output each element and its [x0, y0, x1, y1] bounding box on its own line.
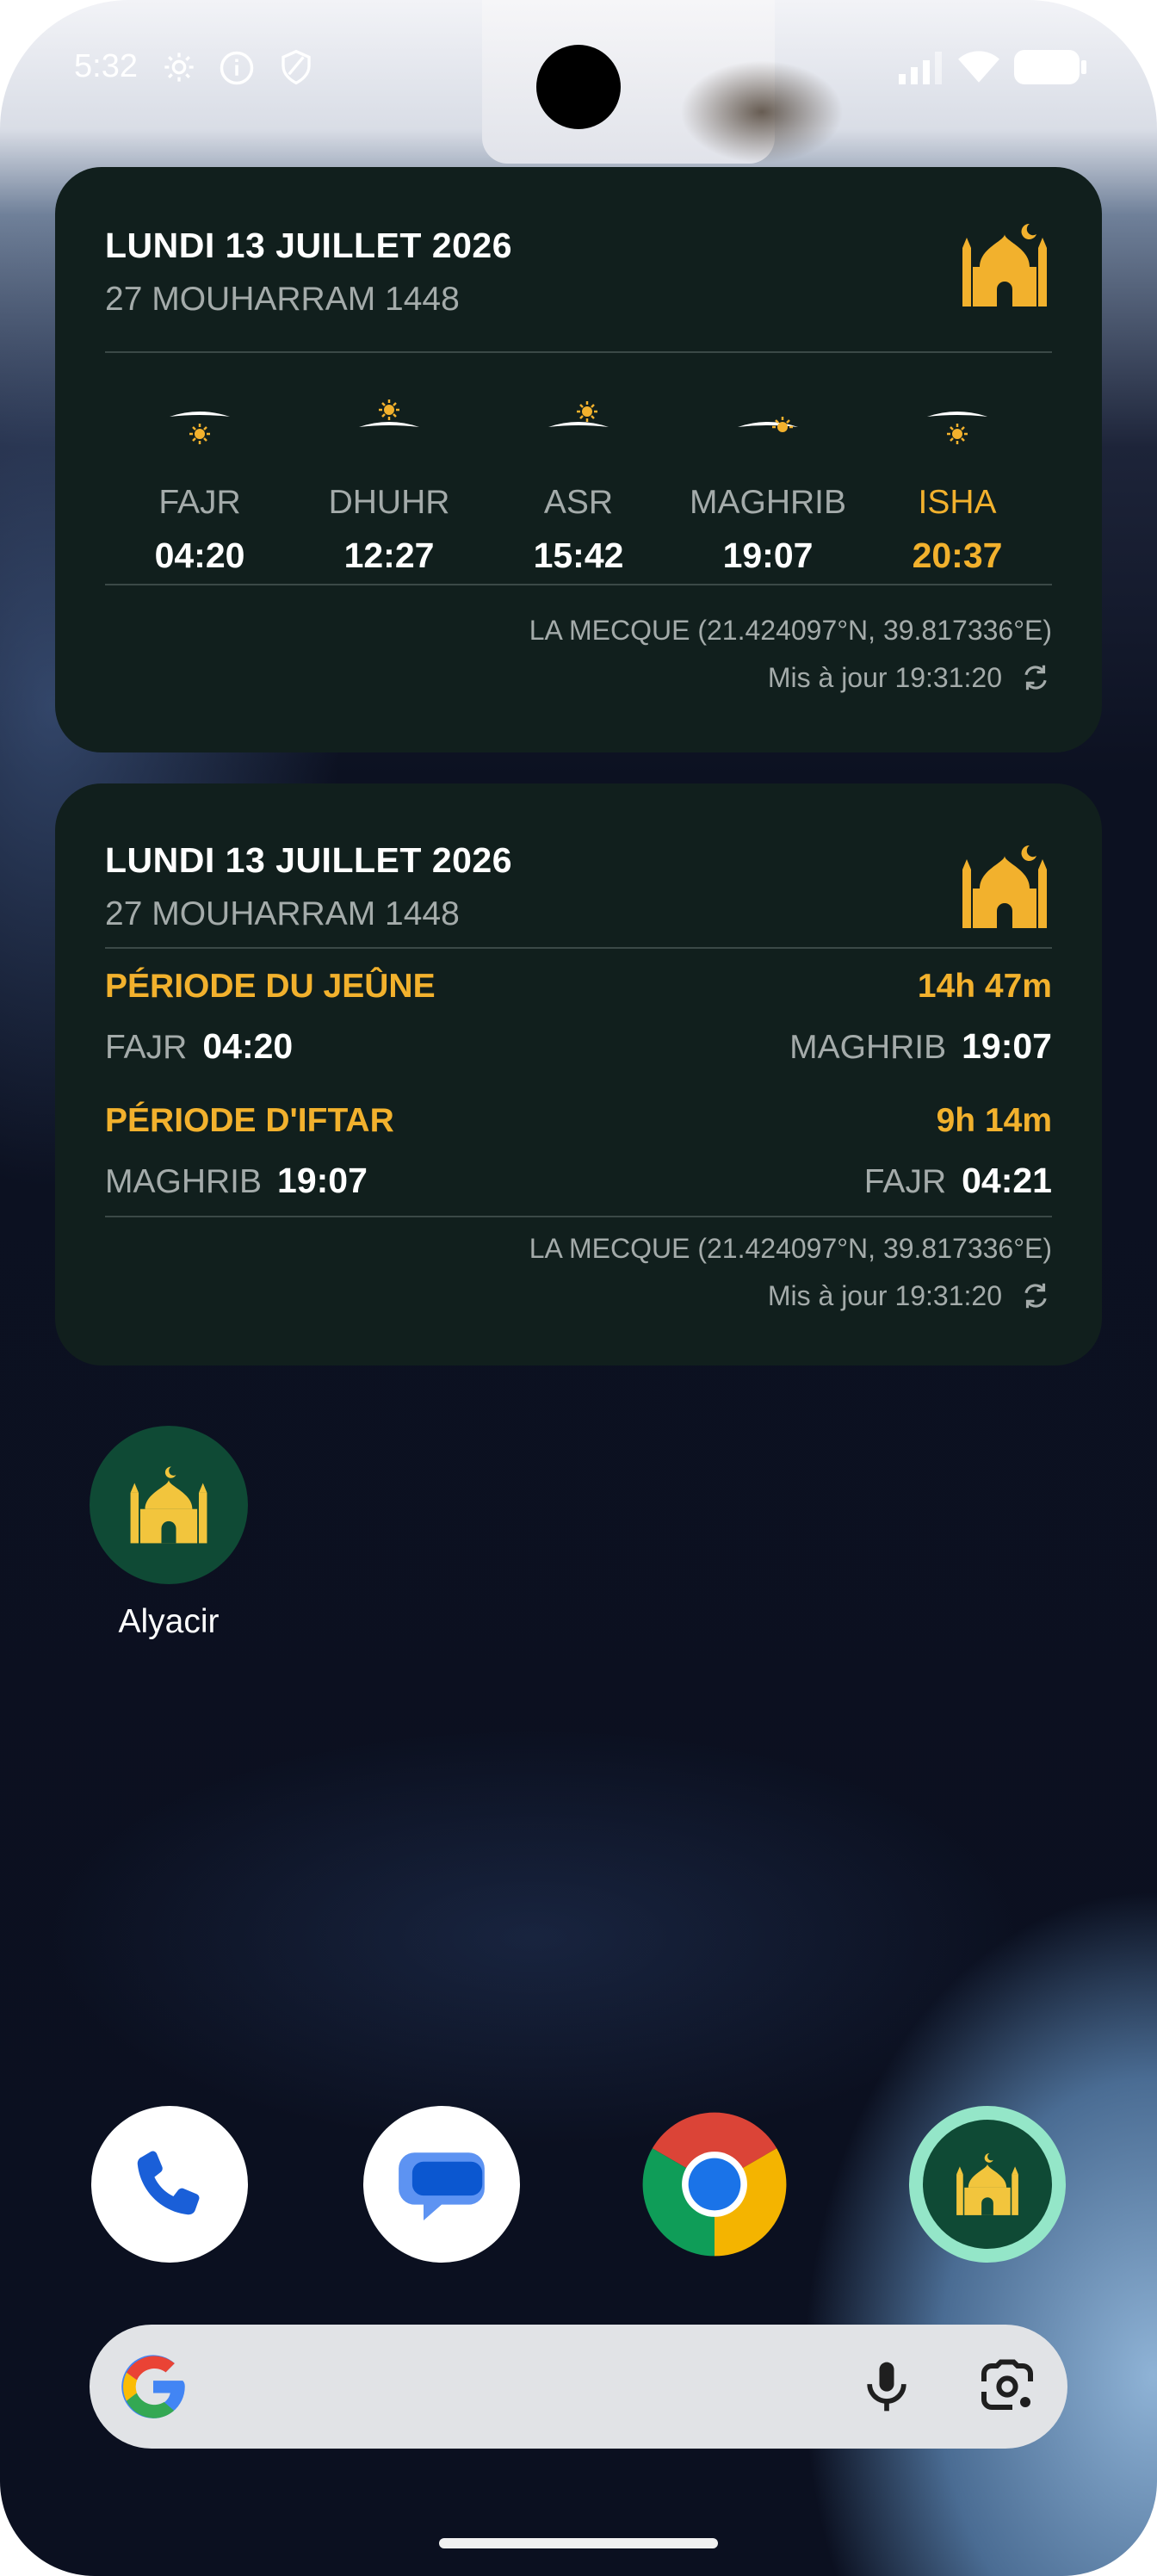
fasting-end: MAGHRIB 19:07	[789, 1026, 1052, 1067]
sun-afternoon-icon	[548, 401, 609, 427]
battery-icon	[1014, 50, 1086, 84]
front-camera	[536, 45, 621, 129]
iftar-start: MAGHRIB 19:07	[105, 1161, 368, 1201]
fasting-period-label: PÉRIODE DU JEÛNE	[105, 968, 436, 1005]
divider	[105, 1216, 1052, 1217]
app-icon-alyacir[interactable]: Alyacir	[90, 1426, 248, 1641]
prayer-name: FAJR	[158, 484, 241, 521]
prayer-time: 20:37	[912, 536, 1003, 575]
hijri-date: 27 MOUHARRAM 1448	[105, 281, 460, 318]
prayer-maghrib: MAGHRIB 19:07	[682, 398, 854, 604]
chrome-icon	[642, 2112, 787, 2257]
prayer-name: ASR	[543, 484, 614, 521]
prayer-isha: ISHA 20:37	[871, 398, 1043, 604]
divider	[105, 351, 1052, 353]
gregorian-date: LUNDI 13 JUILLET 2026	[105, 226, 513, 265]
gesture-nav-handle[interactable]	[439, 2538, 718, 2548]
start-prayer-name: MAGHRIB	[105, 1163, 263, 1200]
sun-below-horizon-icon	[170, 412, 230, 444]
prayer-name: ISHA	[918, 484, 997, 521]
updated-label: Mis à jour 19:31:20	[767, 1279, 1002, 1311]
google-g-icon[interactable]	[117, 2350, 189, 2423]
app-label: Alyacir	[118, 1603, 220, 1640]
divider	[105, 584, 1052, 585]
info-icon	[220, 51, 254, 85]
refresh-icon[interactable]	[1019, 1279, 1052, 1312]
iftar-end: FAJR 04:21	[864, 1161, 1052, 1201]
prayer-time: 12:27	[343, 536, 435, 575]
status-time: 5:32	[74, 48, 138, 84]
sun-high-icon	[359, 399, 419, 427]
iftar-duration: 9h 14m	[936, 1102, 1052, 1139]
start-prayer-time: 19:07	[277, 1161, 368, 1200]
google-lens-icon[interactable]	[976, 2356, 1038, 2418]
start-prayer-time: 04:20	[202, 1026, 294, 1066]
last-updated[interactable]: Mis à jour 19:31:20	[768, 1279, 1052, 1312]
location-label: LA MECQUE (21.424097°N, 39.817336°E)	[529, 615, 1052, 646]
prayer-times-widget[interactable]: LUNDI 13 JUILLET 2026 27 MOUHARRAM 1448 …	[55, 167, 1102, 752]
iftar-period-label: PÉRIODE D'IFTAR	[105, 1102, 394, 1139]
mosque-icon	[956, 2153, 1018, 2215]
end-prayer-time: 04:21	[962, 1161, 1052, 1200]
refresh-icon[interactable]	[1019, 661, 1052, 694]
end-prayer-name: FAJR	[863, 1163, 947, 1200]
wifi-icon	[958, 51, 999, 83]
prayer-time: 04:20	[154, 536, 245, 575]
divider	[105, 947, 1052, 949]
status-bar: 5:32	[0, 0, 1157, 138]
messages-icon	[399, 2152, 485, 2220]
dock-chrome-app[interactable]	[636, 2106, 793, 2263]
mosque-icon	[130, 1466, 207, 1544]
sunset-icon	[738, 417, 798, 432]
prayer-time: 15:42	[533, 536, 624, 575]
prayer-fajr: FAJR 04:20	[114, 398, 286, 604]
fasting-start: FAJR 04:20	[105, 1026, 293, 1067]
alyacir-icon	[923, 2120, 1052, 2249]
location-label: LA MECQUE (21.424097°N, 39.817336°E)	[529, 1233, 1052, 1264]
fasting-duration: 14h 47m	[917, 968, 1052, 1005]
last-updated[interactable]: Mis à jour 19:31:20	[768, 661, 1052, 694]
sun-below-horizon-icon	[927, 412, 987, 444]
end-prayer-name: MAGHRIB	[789, 1029, 947, 1066]
hijri-date: 27 MOUHARRAM 1448	[105, 895, 460, 932]
mosque-icon	[962, 223, 1047, 307]
start-prayer-name: FAJR	[105, 1029, 188, 1066]
prayer-name: MAGHRIB	[689, 484, 846, 521]
end-prayer-time: 19:07	[962, 1026, 1052, 1066]
google-search-bar[interactable]	[90, 2325, 1067, 2449]
prayer-time: 19:07	[722, 536, 814, 575]
alyacir-icon	[90, 1426, 248, 1584]
signal-icon	[899, 52, 942, 84]
fasting-widget[interactable]: LUNDI 13 JUILLET 2026 27 MOUHARRAM 1448 …	[55, 783, 1102, 1365]
dock-phone-app[interactable]	[91, 2106, 248, 2263]
shield-icon	[282, 49, 311, 85]
prayer-dhuhr: DHUHR 12:27	[303, 398, 475, 604]
gregorian-date: LUNDI 13 JUILLET 2026	[105, 840, 513, 880]
mosque-icon	[962, 845, 1047, 928]
updated-label: Mis à jour 19:31:20	[767, 661, 1002, 693]
gear-icon	[164, 53, 194, 82]
dock-alyacir-app[interactable]	[909, 2106, 1066, 2263]
phone-icon	[137, 2151, 200, 2215]
prayer-name: DHUHR	[328, 484, 450, 521]
prayer-asr: ASR 15:42	[492, 398, 665, 604]
dock-messages-app[interactable]	[363, 2106, 520, 2263]
microphone-icon[interactable]	[857, 2357, 916, 2416]
